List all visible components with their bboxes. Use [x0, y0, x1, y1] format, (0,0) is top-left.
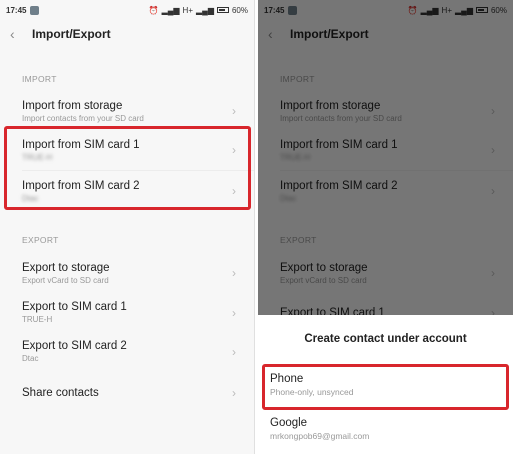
row-label: Import from SIM card 1 — [22, 138, 140, 151]
alarm-icon: ⏰ — [148, 5, 159, 15]
row-label: Export to storage — [22, 261, 110, 274]
row-label: Export to SIM card 1 — [22, 301, 127, 313]
battery-level: 60% — [231, 5, 248, 15]
dim-overlay[interactable] — [258, 0, 513, 315]
row-sublabel: TRUE-H — [22, 152, 53, 162]
notification-icon — [30, 5, 40, 15]
export-section-label: EXPORT — [22, 235, 59, 245]
chevron-right-icon: › — [232, 184, 236, 198]
account-chooser-screen: 17:45 ⏰ ▂▄▆ H+ ▂▄▆ 60% ‹ Import/Export I… — [258, 0, 513, 454]
row-sublabel: TRUE-H — [22, 315, 53, 324]
chevron-right-icon: › — [232, 344, 236, 359]
account-bottom-sheet: Create contact under account Phone Phone… — [258, 315, 513, 454]
account-option-phone[interactable]: Phone Phone-only, unsynced — [258, 363, 513, 407]
network-type: H+ — [182, 5, 193, 15]
export-to-sim-2[interactable]: Export to SIM card 2 Dtac › — [0, 332, 254, 371]
row-sublabel: Dtac — [22, 354, 39, 363]
row-label: Share contacts — [22, 387, 99, 399]
row-label: Import from SIM card 2 — [22, 179, 140, 192]
status-bar: 17:45 ⏰ ▂▄▆ H+ ▂▄▆ 60% — [0, 0, 254, 20]
title-bar: ‹ Import/Export — [0, 20, 254, 48]
import-section-label: IMPORT — [22, 74, 57, 84]
row-sublabel: Export vCard to SD card — [22, 275, 109, 285]
status-time: 17:45 — [6, 5, 27, 15]
export-to-storage[interactable]: Export to storage Export vCard to SD car… — [0, 253, 254, 293]
import-export-screen: 17:45 ⏰ ▂▄▆ H+ ▂▄▆ 60% ‹ Import/Export I… — [0, 0, 255, 454]
row-label: Export to SIM card 2 — [22, 340, 127, 352]
page-title: Import/Export — [32, 27, 111, 41]
option-sublabel: Phone-only, unsynced — [270, 387, 354, 397]
row-sublabel: Import contacts from your SD card — [22, 113, 144, 123]
chevron-right-icon: › — [232, 143, 236, 157]
chevron-right-icon: › — [232, 104, 236, 118]
signal-icon: ▂▄▆ — [161, 5, 180, 15]
chevron-right-icon: › — [232, 305, 236, 320]
option-label: Phone — [270, 373, 304, 385]
row-label: Import from storage — [22, 99, 123, 112]
share-contacts[interactable]: Share contacts › — [0, 371, 254, 415]
sheet-title: Create contact under account — [304, 333, 467, 345]
chevron-right-icon: › — [232, 266, 236, 280]
chevron-left-icon[interactable]: ‹ — [10, 26, 28, 42]
import-from-sim-2[interactable]: Import from SIM card 2 Dtac › — [0, 171, 254, 211]
option-sublabel: mrkongpob69@gmail.com — [270, 431, 370, 441]
account-option-google[interactable]: Google mrkongpob69@gmail.com — [258, 407, 513, 451]
row-sublabel: Dtac — [22, 193, 39, 203]
battery-icon — [216, 7, 229, 13]
export-to-sim-1[interactable]: Export to SIM card 1 TRUE-H › — [0, 293, 254, 332]
import-from-sim-1[interactable]: Import from SIM card 1 TRUE-H › — [0, 130, 254, 170]
chevron-right-icon: › — [232, 386, 236, 400]
import-from-storage[interactable]: Import from storage Import contacts from… — [0, 92, 254, 130]
option-label: Google — [270, 417, 308, 429]
signal-icon-2: ▂▄▆ — [196, 5, 214, 15]
